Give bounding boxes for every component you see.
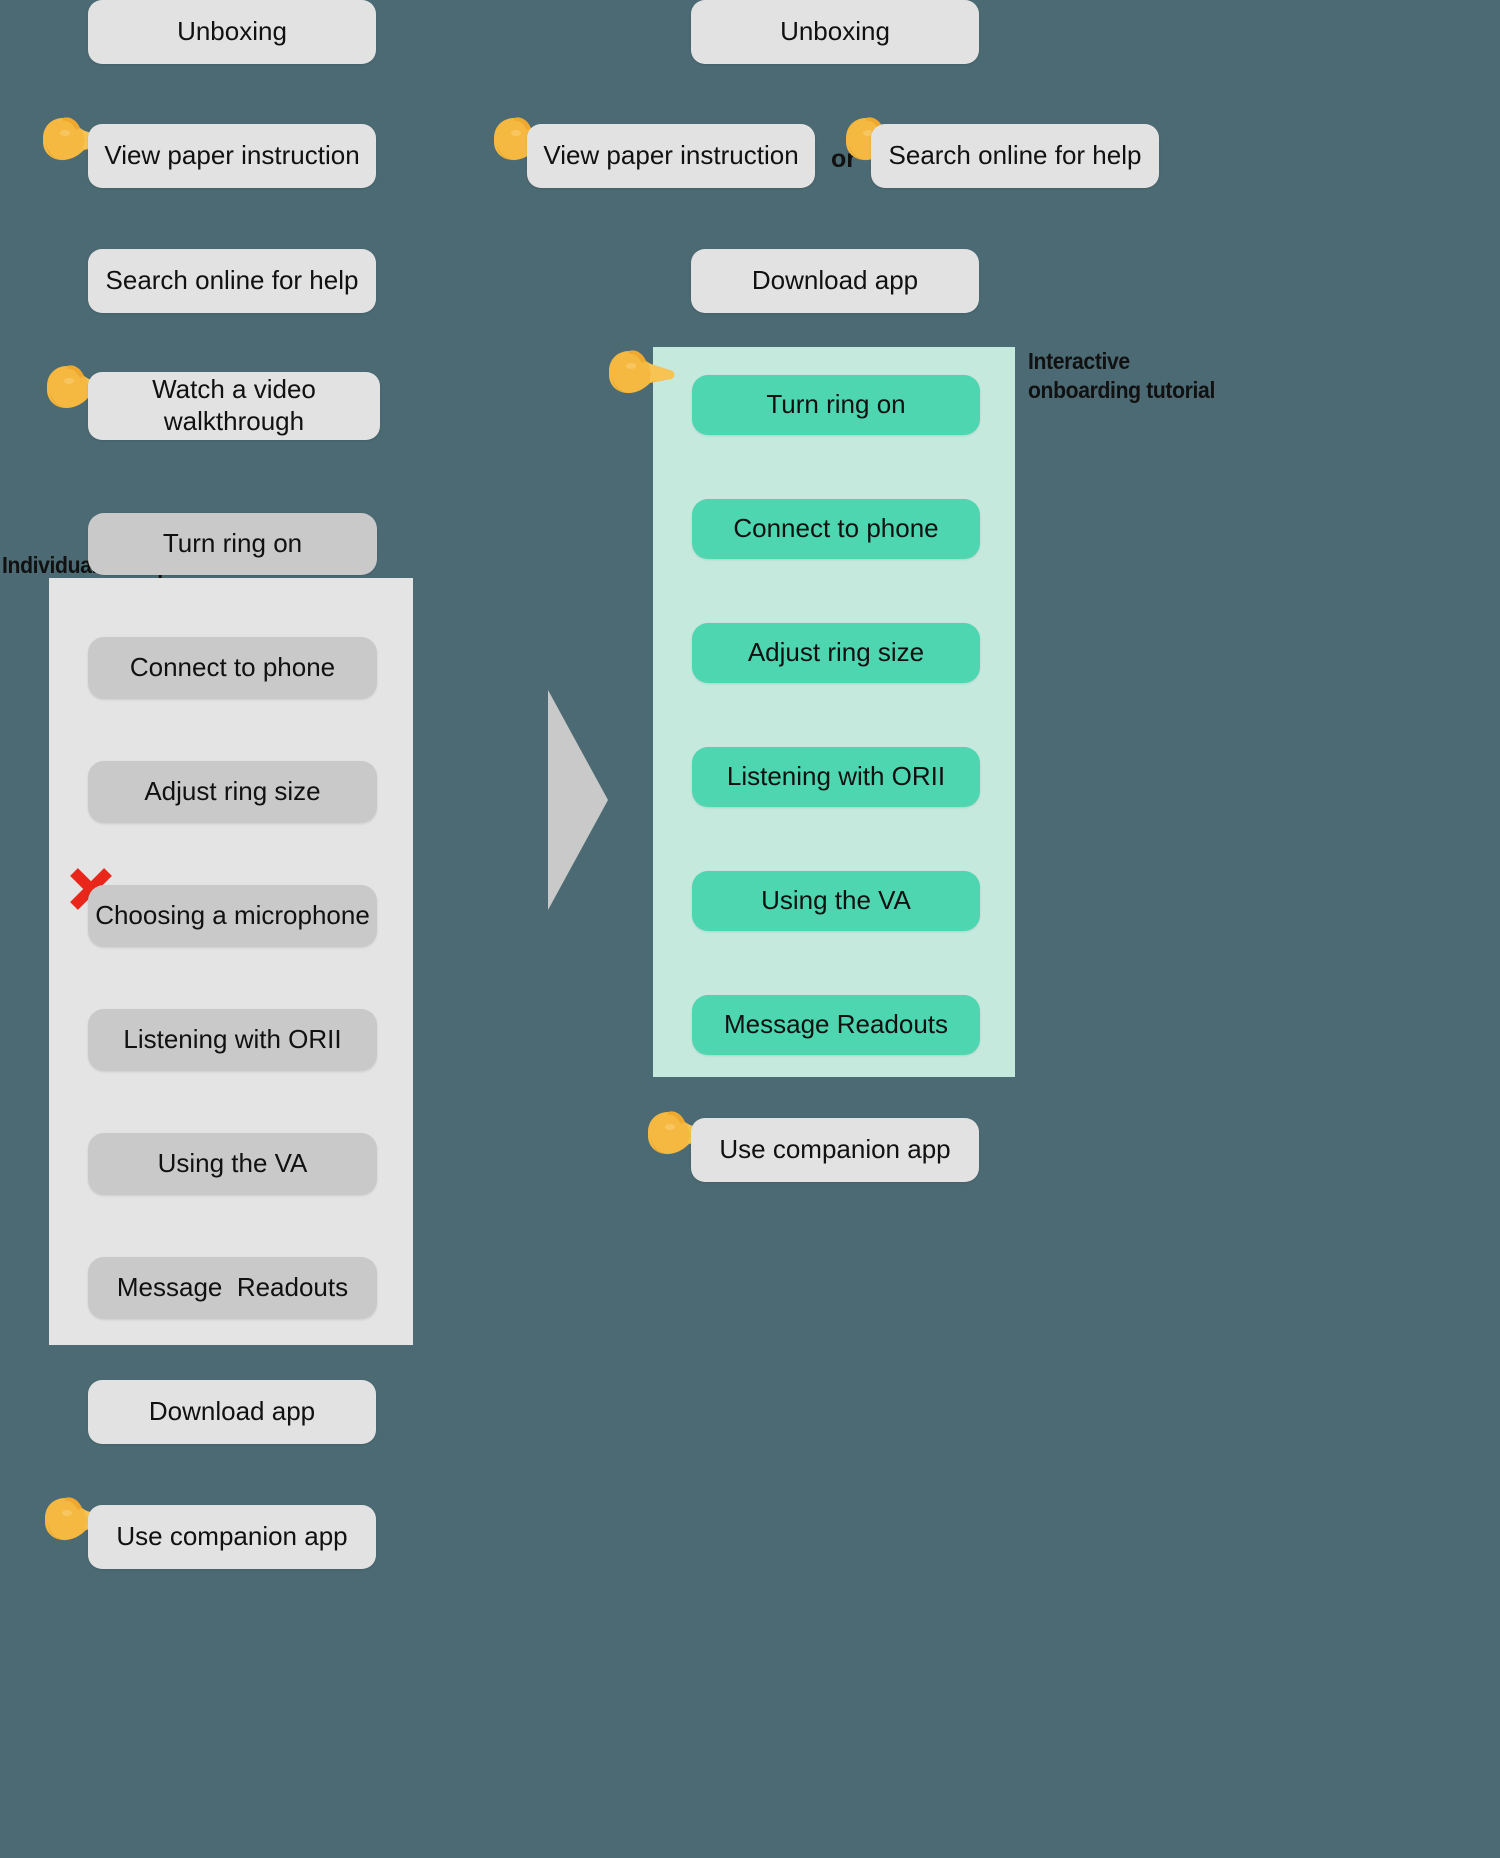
right-step-unboxing[interactable]: Unboxing xyxy=(691,0,979,64)
left-panel-step-choosing-a-microphone[interactable]: Choosing a microphone xyxy=(88,885,377,947)
right-panel-step-message-readouts[interactable]: Message Readouts xyxy=(692,995,980,1055)
left-panel-step-connect-to-phone[interactable]: Connect to phone xyxy=(88,637,377,699)
left-panel-step-using-the-va[interactable]: Using the VA xyxy=(88,1133,377,1195)
left-step-unboxing[interactable]: Unboxing xyxy=(88,0,376,64)
left-step-download-app[interactable]: Download app xyxy=(88,1380,376,1444)
right-step-use-companion-app[interactable]: Use companion app xyxy=(691,1118,979,1182)
right-panel-step-listening-with-orii[interactable]: Listening with ORII xyxy=(692,747,980,807)
right-step-search-online[interactable]: Search online for help xyxy=(871,124,1159,188)
diagram-canvas: Unboxing View paper instruction Search o… xyxy=(0,0,1500,1858)
right-panel-step-using-the-va[interactable]: Using the VA xyxy=(692,871,980,931)
or-separator-label: or xyxy=(831,145,856,173)
left-step-search-online[interactable]: Search online for help xyxy=(88,249,376,313)
left-panel-step-adjust-ring-size[interactable]: Adjust ring size xyxy=(88,761,377,823)
left-step-use-companion-app[interactable]: Use companion app xyxy=(88,1505,376,1569)
right-panel-step-adjust-ring-size[interactable]: Adjust ring size xyxy=(692,623,980,683)
left-panel-step-message-readouts[interactable]: Message Readouts xyxy=(88,1257,377,1319)
interactive-onboarding-tutorial-panel xyxy=(653,347,1015,1077)
left-step-watch-video-walkthrough[interactable]: Watch a video walkthrough xyxy=(88,372,380,440)
right-panel-step-turn-ring-on[interactable]: Turn ring on xyxy=(692,375,980,435)
right-panel-step-connect-to-phone[interactable]: Connect to phone xyxy=(692,499,980,559)
interactive-onboarding-tutorial-label: Interactive onboarding tutorial xyxy=(1028,348,1215,404)
right-arrow-icon xyxy=(546,688,610,912)
left-panel-step-turn-ring-on[interactable]: Turn ring on xyxy=(88,513,377,575)
left-step-view-paper-instruction[interactable]: View paper instruction xyxy=(88,124,376,188)
left-panel-step-listening-with-orii[interactable]: Listening with ORII xyxy=(88,1009,377,1071)
right-step-view-paper-instruction[interactable]: View paper instruction xyxy=(527,124,815,188)
right-step-download-app[interactable]: Download app xyxy=(691,249,979,313)
